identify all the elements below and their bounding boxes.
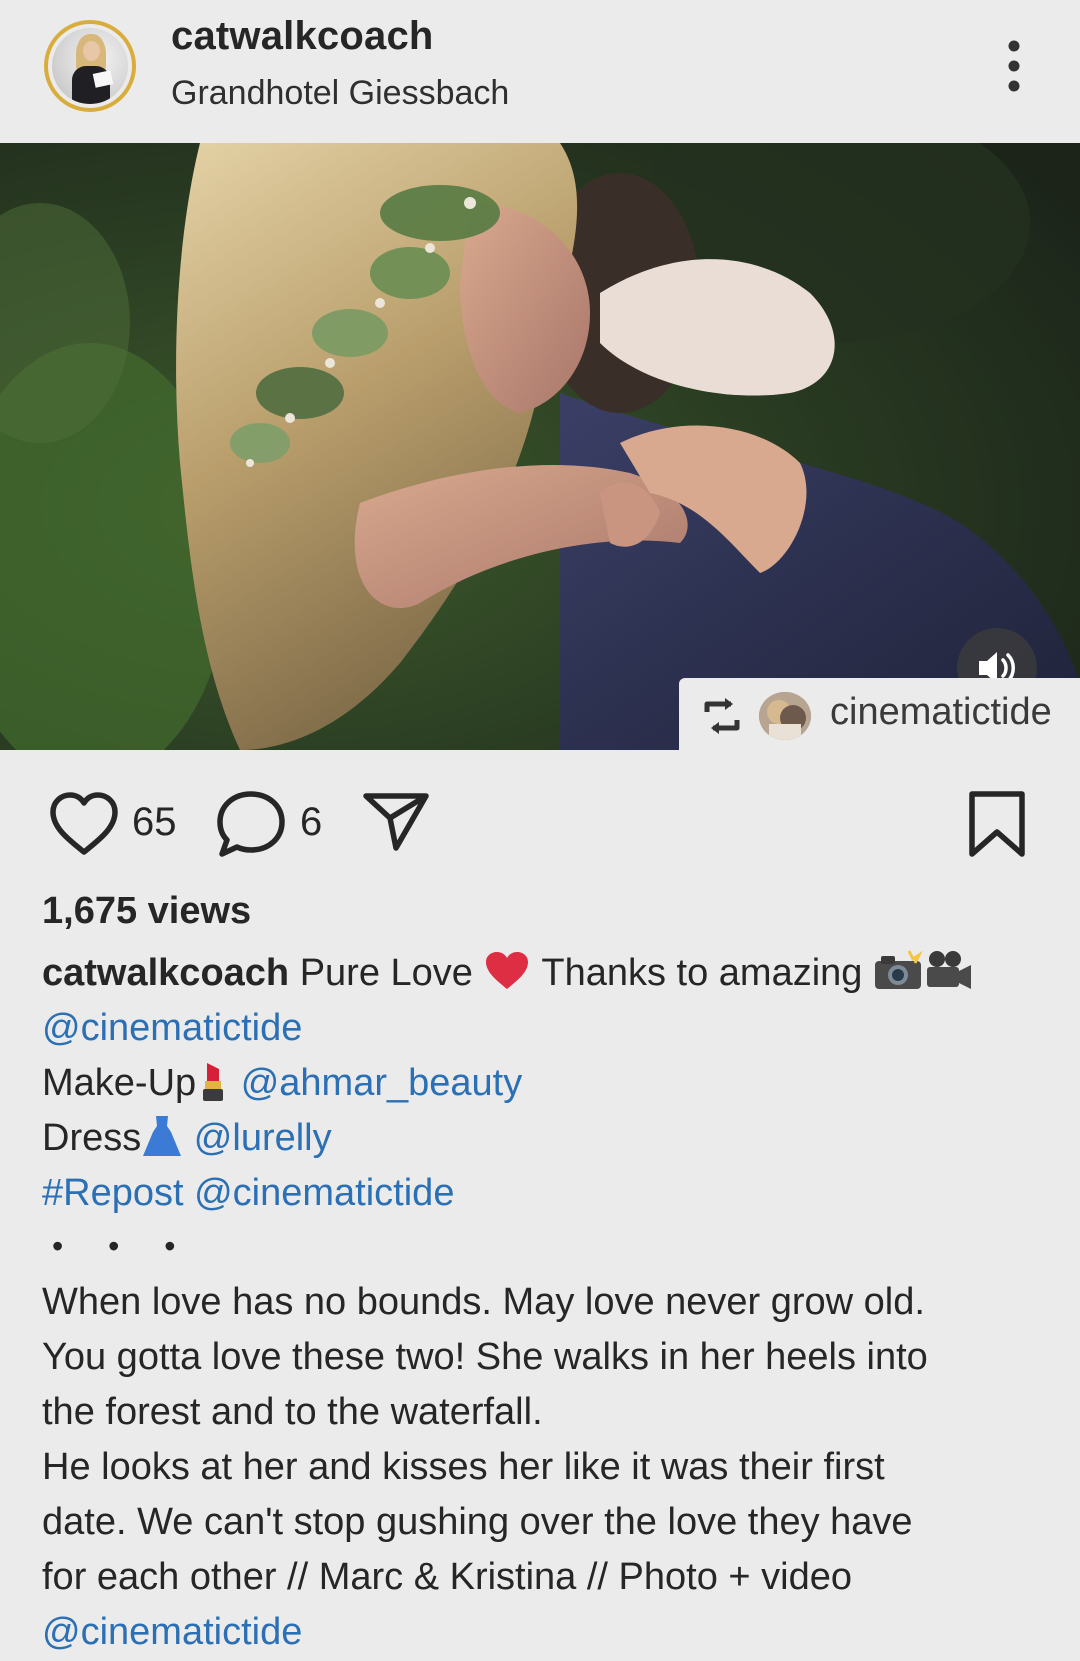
like-button[interactable]: [47, 790, 121, 858]
post-location[interactable]: Grandhotel Giessbach: [171, 74, 509, 113]
caption-line-makeup: Make-Up @ahmar_beauty: [42, 1056, 1052, 1111]
bookmark-icon: [969, 791, 1025, 857]
lipstick-emoji-icon: [203, 1063, 224, 1101]
caption-body-line: for each other // Marc & Kristina // Pho…: [42, 1556, 853, 1598]
caption-line-repost: #Repost @cinematictide: [42, 1166, 1052, 1221]
avatar-image: [52, 28, 128, 104]
dress-label: Dress: [42, 1117, 142, 1159]
post-header: catwalkcoach Grandhotel Giessbach: [0, 0, 1080, 143]
post-username[interactable]: catwalkcoach: [171, 14, 434, 59]
mention-lurelly[interactable]: @lurelly: [194, 1117, 332, 1159]
caption-body-line: When love has no bounds. May love never …: [42, 1281, 925, 1323]
repost-icon: [704, 698, 740, 734]
profile-avatar[interactable]: [44, 20, 136, 112]
comment-button[interactable]: [214, 788, 288, 860]
caption-username[interactable]: catwalkcoach: [42, 952, 289, 994]
caption-body-line: You gotta love these two! She walks in h…: [42, 1336, 928, 1378]
send-icon: [363, 793, 429, 851]
dress-emoji-icon: [143, 1116, 182, 1156]
red-heart-emoji-icon: [486, 952, 529, 989]
post-caption: catwalkcoach Pure Love Thanks to amazing…: [42, 946, 1052, 1276]
caption-line-dress: Dress @lurelly: [42, 1111, 1052, 1166]
repost-username[interactable]: cinematictide: [830, 691, 1052, 734]
hashtag-repost[interactable]: #Repost: [42, 1172, 184, 1214]
mention-ahmar-beauty[interactable]: @ahmar_beauty: [241, 1062, 523, 1104]
share-button[interactable]: [360, 788, 432, 854]
caption-separator-dots: • • •: [52, 1228, 194, 1264]
video-frame-image: [0, 143, 1080, 750]
mention-cinematictide-3[interactable]: @cinematictide: [42, 1605, 1052, 1660]
repost-attribution[interactable]: cinematictide: [679, 678, 1080, 750]
repost-avatar: [759, 692, 811, 740]
video-camera-emoji-icon: [926, 951, 971, 989]
caption-line-1: catwalkcoach Pure Love Thanks to amazing: [42, 946, 1052, 1001]
mention-cinematictide[interactable]: @cinematictide: [42, 1001, 1052, 1056]
caption-body: When love has no bounds. May love never …: [42, 1275, 1052, 1660]
more-vertical-icon: [1008, 40, 1020, 92]
heart-icon: [50, 792, 118, 855]
mention-cinematictide-2[interactable]: @cinematictide: [194, 1172, 454, 1214]
like-count[interactable]: 65: [132, 800, 177, 845]
caption-text: Pure Love: [289, 952, 484, 994]
more-options-button[interactable]: [990, 36, 1038, 96]
comment-icon: [217, 791, 285, 857]
caption-text-2: Thanks to amazing: [531, 952, 873, 994]
save-button[interactable]: [966, 788, 1028, 860]
comment-count[interactable]: 6: [300, 800, 322, 845]
caption-body-line: date. We can't stop gushing over the lov…: [42, 1501, 913, 1543]
post-video[interactable]: cinematictide: [0, 143, 1080, 750]
makeup-label: Make-Up: [42, 1062, 197, 1104]
caption-body-line: the forest and to the waterfall.: [42, 1391, 543, 1433]
caption-body-line: He looks at her and kisses her like it w…: [42, 1446, 885, 1488]
camera-flash-emoji-icon: [874, 950, 923, 989]
view-count[interactable]: 1,675 views: [42, 890, 251, 933]
post-actions: 65 6: [0, 750, 1080, 880]
